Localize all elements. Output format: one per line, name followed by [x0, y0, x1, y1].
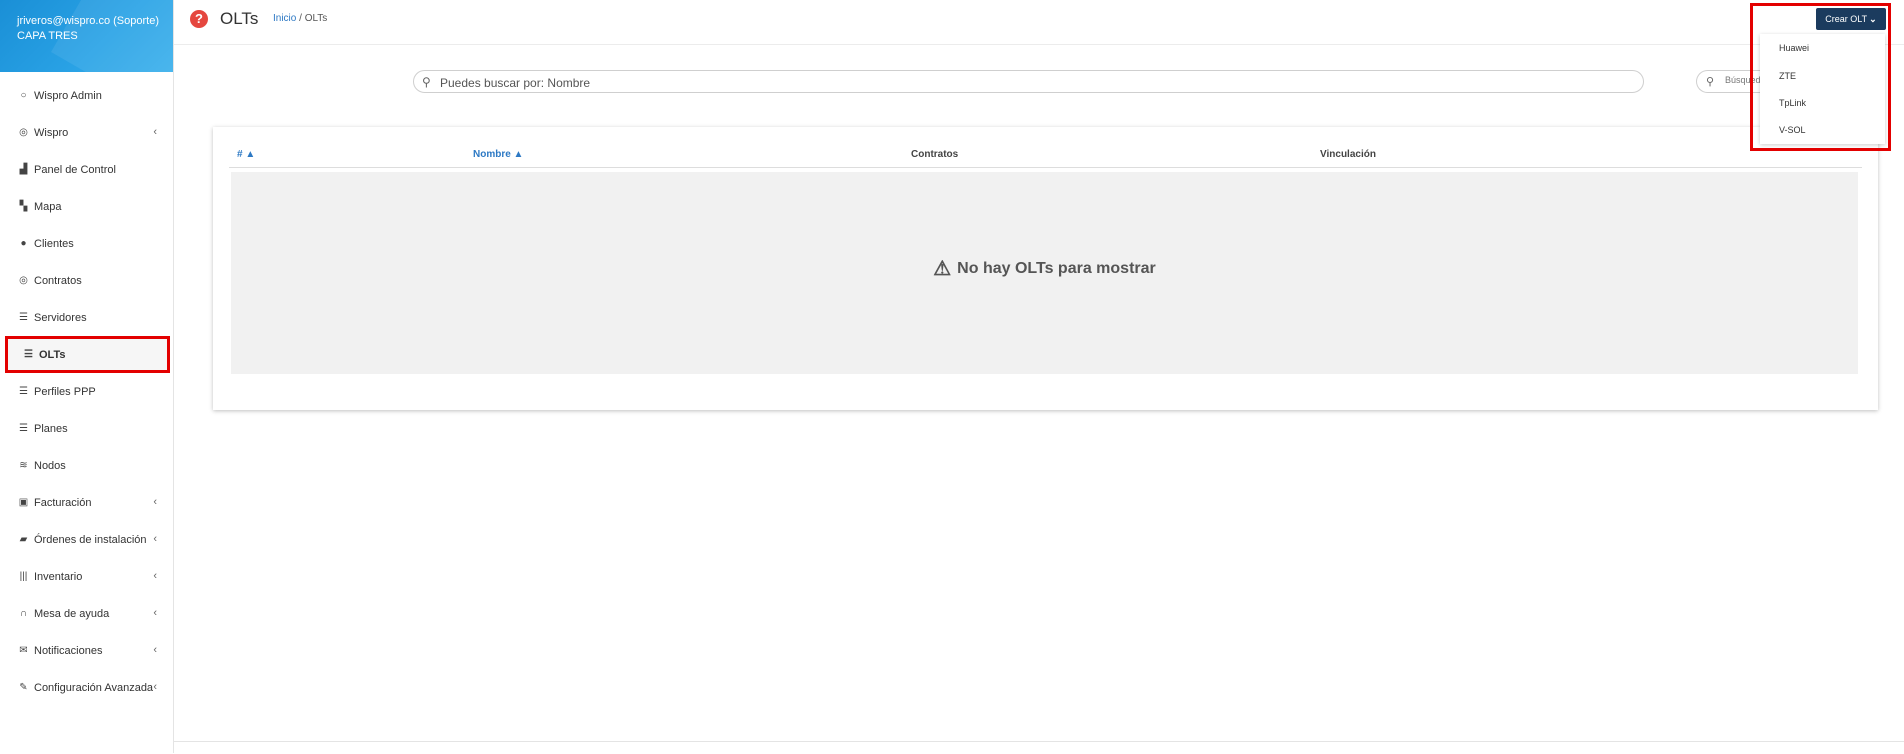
- sidebar-item-label: Mesa de ayuda: [34, 607, 110, 620]
- users-icon: ●: [20, 238, 27, 249]
- dropdown-item-huawei[interactable]: Huawei: [1779, 43, 1809, 53]
- sidebar-item-label: Inventario: [34, 570, 83, 583]
- sidebar: jriveros@wispro.co (Soporte) CAPA TRES ○…: [0, 0, 174, 753]
- user-box[interactable]: jriveros@wispro.co (Soporte) CAPA TRES: [0, 0, 173, 72]
- dropdown-item-tplink[interactable]: TpLink: [1779, 98, 1806, 108]
- create-olt-dropdown: Huawei ZTE TpLink V-SOL: [1760, 34, 1885, 144]
- truck-icon: ▰: [19, 534, 28, 545]
- sidebar-item-label: OLTs: [39, 348, 66, 361]
- empty-message: ⚠ No hay OLTs para mostrar: [231, 256, 1858, 281]
- warning-icon: ⚠: [933, 258, 952, 280]
- sidebar-item-contratos[interactable]: ◎ Contratos: [0, 262, 173, 299]
- dropdown-item-vsol[interactable]: V-SOL: [1779, 125, 1806, 135]
- chevron-left-icon: ‹: [153, 607, 157, 619]
- sidebar-item-label: Configuración Avanzada: [34, 681, 154, 694]
- map-icon: ▚: [19, 201, 28, 212]
- eye-icon: ◎: [19, 127, 28, 138]
- chevron-left-icon: ‹: [153, 126, 157, 138]
- sidebar-item-label: Contratos: [34, 274, 82, 287]
- list-icon: ☰: [19, 386, 28, 397]
- header: ? OLTs Inicio / OLTs: [174, 0, 1904, 45]
- empty-state: ⚠ No hay OLTs para mostrar: [231, 172, 1858, 374]
- sidebar-item-inventario[interactable]: ||| Inventario ‹: [0, 558, 173, 595]
- handshake-icon: ◎: [19, 275, 28, 286]
- chevron-down-icon: ⌄: [1869, 13, 1877, 24]
- list-icon: ☰: [24, 349, 33, 360]
- sidebar-item-wispro-admin[interactable]: ○ Wispro Admin: [0, 77, 173, 114]
- sidebar-item-configuracion-avanzada[interactable]: ✎ Configuración Avanzada ‹: [0, 669, 173, 706]
- chevron-left-icon: ‹: [153, 570, 157, 582]
- dropdown-item-zte[interactable]: ZTE: [1779, 71, 1796, 81]
- sidebar-item-clientes[interactable]: ● Clientes: [0, 225, 173, 262]
- sidebar-item-wispro[interactable]: ◎ Wispro ‹: [0, 114, 173, 151]
- sidebar-item-label: Panel de Control: [34, 163, 116, 176]
- breadcrumb: Inicio / OLTs: [273, 13, 327, 24]
- chevron-left-icon: ‹: [153, 533, 157, 545]
- chevron-left-icon: ‹: [153, 681, 157, 693]
- sidebar-item-label: Planes: [34, 422, 68, 435]
- sidebar-item-label: Wispro Admin: [34, 89, 102, 102]
- sidebar-item-label: Facturación: [34, 496, 92, 509]
- create-olt-label: Crear OLT: [1825, 14, 1868, 24]
- sidebar-item-ordenes-de-instalacion[interactable]: ▰ Órdenes de instalación ‹: [0, 521, 173, 558]
- sidebar-item-olts[interactable]: ☰ OLTs: [5, 336, 170, 373]
- sidebar-item-notificaciones[interactable]: ✉ Notificaciones ‹: [0, 632, 173, 669]
- sidebar-item-nodos[interactable]: ≋ Nodos: [0, 447, 173, 484]
- sidebar-item-label: Clientes: [34, 237, 74, 250]
- circle-notch-icon: ○: [20, 90, 27, 101]
- olts-card: # ▲ Nombre ▲ Contratos Vinculación ⚠ No h…: [213, 127, 1878, 410]
- user-email: jriveros@wispro.co (Soporte): [17, 15, 159, 27]
- list-icon: ☰: [19, 312, 28, 323]
- sidebar-item-servidores[interactable]: ☰ Servidores: [0, 299, 173, 336]
- wrench-icon: ✎: [19, 682, 28, 693]
- sidebar-item-label: Servidores: [34, 311, 87, 324]
- breadcrumb-current: OLTs: [304, 13, 328, 24]
- chevron-left-icon: ‹: [153, 496, 157, 508]
- breadcrumb-home-link[interactable]: Inicio: [273, 13, 296, 24]
- sidebar-item-label: Nodos: [34, 459, 66, 472]
- breadcrumb-separator: /: [299, 13, 302, 24]
- footer: [174, 741, 1904, 754]
- search-box: ⚲: [413, 70, 1644, 93]
- sidebar-item-mesa-de-ayuda[interactable]: ∩ Mesa de ayuda ‹: [0, 595, 173, 632]
- page-title: OLTs: [220, 9, 259, 28]
- barcode-icon: |||: [19, 571, 28, 582]
- column-contratos: Contratos: [911, 149, 959, 160]
- sidebar-item-label: Órdenes de instalación: [34, 533, 147, 546]
- headset-icon: ∩: [19, 608, 28, 619]
- sidebar-item-facturacion[interactable]: ▣ Facturación ‹: [0, 484, 173, 521]
- sidebar-item-panel-de-control[interactable]: ▟ Panel de Control: [0, 151, 173, 188]
- money-bill-icon: ▣: [18, 497, 29, 508]
- envelope-icon: ✉: [19, 645, 28, 656]
- empty-message-text: No hay OLTs para mostrar: [957, 260, 1156, 277]
- sidebar-item-planes[interactable]: ☰ Planes: [0, 410, 173, 447]
- sidebar-item-label: Wispro: [34, 126, 69, 139]
- sidebar-item-label: Notificaciones: [34, 644, 103, 657]
- chevron-left-icon: ‹: [153, 644, 157, 656]
- search-icon: ⚲: [422, 75, 431, 89]
- column-id[interactable]: # ▲: [237, 149, 255, 160]
- company-name: CAPA TRES: [17, 30, 78, 42]
- wifi-icon: ≋: [19, 460, 28, 471]
- sidebar-item-label: Perfiles PPP: [34, 385, 96, 398]
- search-icon: ⚲: [1706, 76, 1715, 88]
- sidebar-item-label: Mapa: [34, 200, 62, 213]
- table-header: # ▲ Nombre ▲ Contratos Vinculación: [229, 143, 1862, 168]
- column-vinculacion: Vinculación: [1320, 149, 1376, 160]
- sidebar-nav: ○ Wispro Admin ◎ Wispro ‹ ▟ Panel de Control ▚ M…: [0, 77, 173, 706]
- help-icon[interactable]: ?: [190, 10, 208, 28]
- chart-area-icon: ▟: [19, 164, 28, 175]
- create-olt-button[interactable]: Crear OLT ⌄: [1816, 8, 1886, 30]
- search-input[interactable]: [438, 73, 1622, 92]
- sidebar-item-perfiles-ppp[interactable]: ☰ Perfiles PPP: [0, 373, 173, 410]
- sidebar-item-mapa[interactable]: ▚ Mapa: [0, 188, 173, 225]
- column-nombre[interactable]: Nombre ▲: [473, 149, 523, 160]
- list-icon: ☰: [19, 423, 28, 434]
